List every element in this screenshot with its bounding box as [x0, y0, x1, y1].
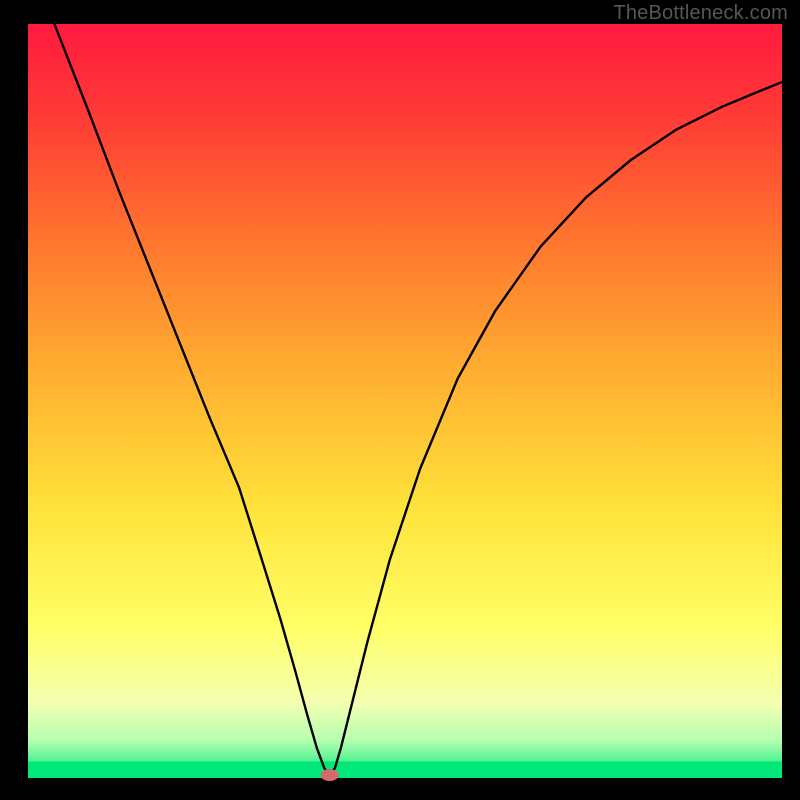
watermark-label: TheBottleneck.com [613, 2, 788, 25]
optimal-point-marker [321, 769, 339, 781]
bottleneck-chart [0, 0, 800, 800]
chart-frame: { "watermark": "TheBottleneck.com", "cha… [0, 0, 800, 800]
green-strip [28, 761, 782, 778]
gradient-plot-area [28, 24, 782, 778]
